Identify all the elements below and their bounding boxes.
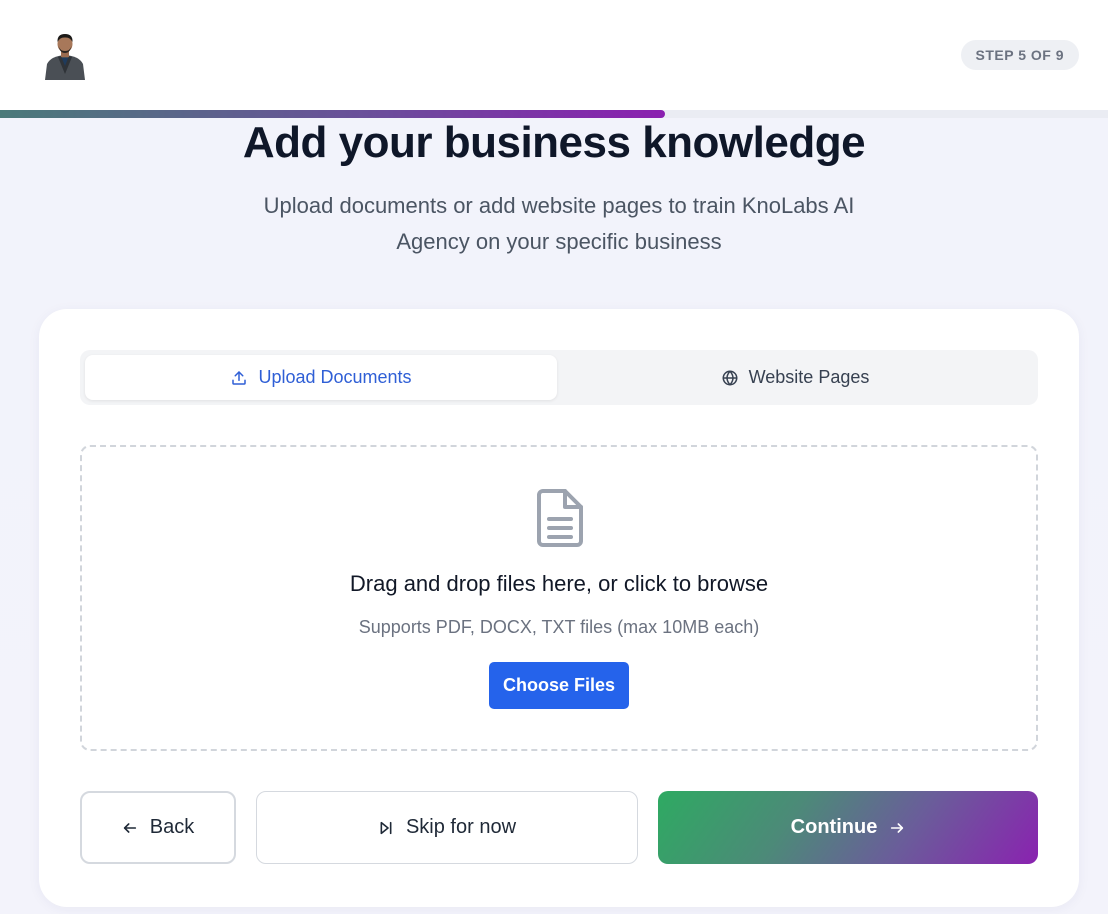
- avatar[interactable]: [43, 30, 87, 80]
- back-button[interactable]: Back: [80, 791, 236, 864]
- continue-button[interactable]: Continue: [658, 791, 1038, 864]
- choose-files-button[interactable]: Choose Files: [489, 662, 629, 709]
- skip-button-label: Skip for now: [405, 816, 517, 838]
- avatar-image: [43, 30, 87, 80]
- tab-website-pages-label: Website Pages: [748, 367, 870, 387]
- step-badge: STEP 5 OF 9: [960, 40, 1079, 70]
- page-subtitle: Upload documents or add website pages to…: [263, 193, 855, 254]
- skip-forward-icon: [380, 821, 392, 834]
- onboarding-page: STEP 5 OF 9 Add your business knowledge …: [0, 0, 1108, 914]
- skip-button[interactable]: Skip for now: [256, 791, 638, 864]
- back-button-label: Back: [149, 816, 195, 838]
- dropzone-title: Drag and drop files here, or click to br…: [349, 571, 769, 596]
- dropzone-subtitle: Supports PDF, DOCX, TXT files (max 10MB …: [358, 617, 760, 637]
- arrow-left-icon: [123, 822, 136, 833]
- page-title: Add your business knowledge: [242, 118, 866, 167]
- tab-website-pages[interactable]: Website Pages: [557, 355, 1033, 400]
- tab-upload-documents-label: Upload Documents: [258, 367, 412, 387]
- document-icon: [537, 489, 583, 552]
- progress-track: [0, 110, 1108, 118]
- globe-icon: [722, 370, 738, 385]
- continue-button-label: Continue: [790, 816, 878, 838]
- top-header: STEP 5 OF 9: [0, 0, 1108, 110]
- tab-bar: Upload Documents Website Pages: [80, 350, 1038, 405]
- knowledge-card: Upload Documents Website Pages Drag and …: [39, 309, 1079, 907]
- file-dropzone[interactable]: Drag and drop files here, or click to br…: [80, 445, 1038, 751]
- progress-fill: [0, 110, 665, 118]
- arrow-right-icon: [891, 822, 904, 833]
- upload-icon: [232, 370, 247, 385]
- tab-upload-documents[interactable]: Upload Documents: [85, 355, 557, 400]
